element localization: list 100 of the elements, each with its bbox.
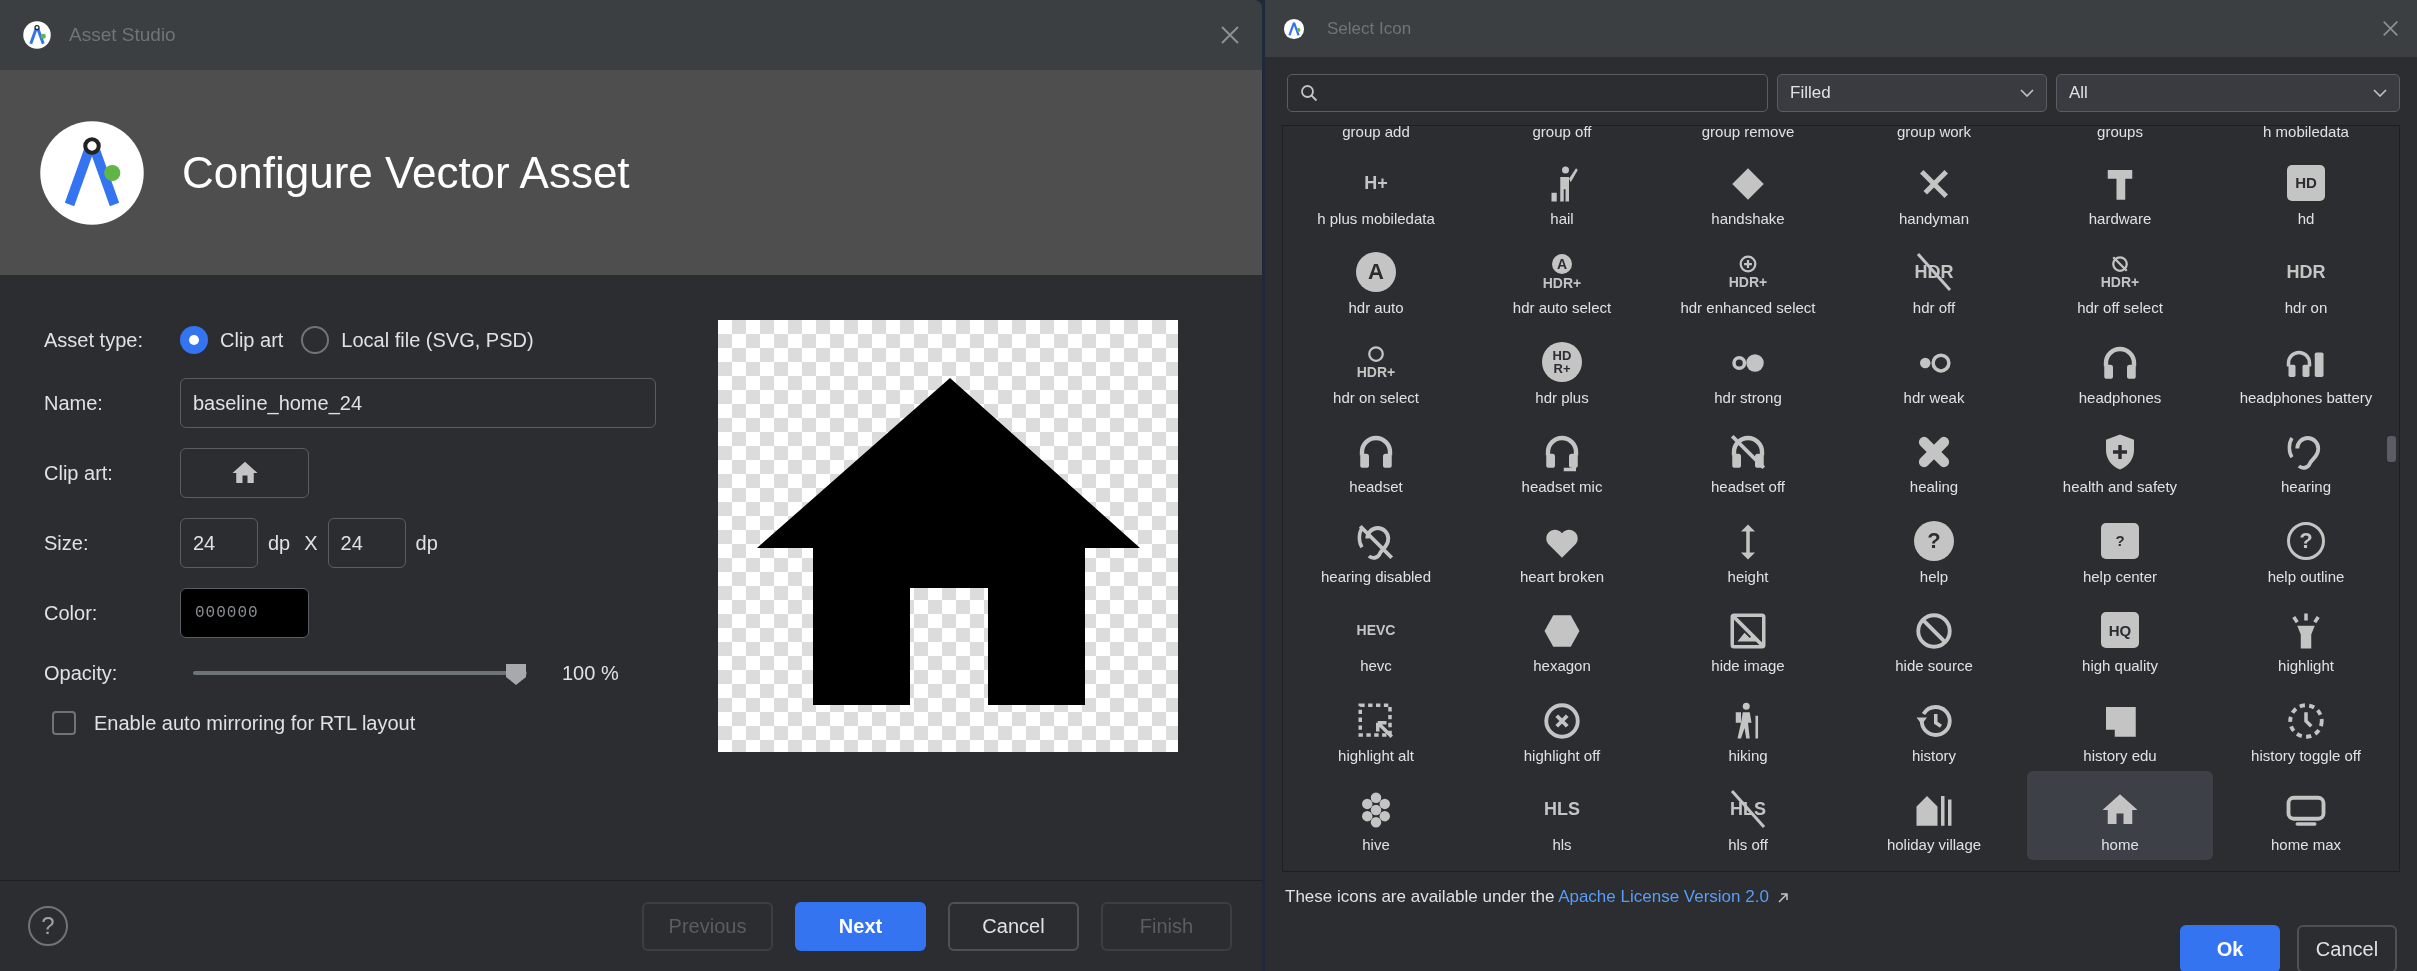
icon-tile[interactable]: A hdr auto [1283, 233, 1469, 323]
icon-label: group remove [1700, 126, 1796, 142]
radio-label: Clip art [220, 328, 284, 353]
icon-tile[interactable]: highlight off [1469, 681, 1655, 771]
icon-tile[interactable]: hdr strong [1655, 323, 1841, 413]
chevron-down-icon [2020, 89, 2034, 97]
icon-label: groups [2096, 126, 2144, 142]
icon-tile[interactable]: ? help center [2027, 502, 2213, 592]
radio-button[interactable] [301, 326, 330, 354]
field-label: Size: [44, 531, 90, 556]
hdr-icon: HDR [2282, 250, 2330, 294]
slider-thumb[interactable] [505, 662, 527, 686]
hls-icon: HLS [1538, 787, 1586, 831]
ok-button[interactable]: Ok [2180, 925, 2280, 971]
opacity-value: 100 % [562, 661, 619, 686]
icon-tile[interactable]: headphones battery [2213, 323, 2399, 413]
icon-tile[interactable]: ? help outline [2213, 502, 2399, 592]
icon-tile[interactable]: ? help [1841, 502, 2027, 592]
icon-tile[interactable]: headset [1283, 412, 1469, 502]
chevron-down-icon [2373, 89, 2387, 97]
cancel-button[interactable]: Cancel [2297, 925, 2397, 971]
icon-tile[interactable]: heart broken [1469, 502, 1655, 592]
icon-tile[interactable]: hiking [1655, 681, 1841, 771]
icon-label: group add [1341, 126, 1411, 142]
icon-tile[interactable]: headphones [2027, 323, 2213, 413]
compass-logo-icon [1283, 17, 1305, 40]
icon-tile[interactable]: handshake [1655, 144, 1841, 234]
unit-label: dp [415, 531, 438, 556]
width-field[interactable]: 24 [180, 518, 258, 568]
cancel-button[interactable]: Cancel [948, 901, 1079, 951]
icon-label: h mobiledata [2262, 126, 2350, 142]
field-label: Name: [44, 391, 104, 416]
search-icon [1300, 84, 1318, 102]
field-label: Asset type: [44, 328, 144, 353]
window-title: Asset Studio [69, 22, 177, 47]
clip-art-button[interactable] [180, 448, 309, 498]
icon-tile[interactable]: hexagon [1469, 591, 1655, 681]
icon-tile[interactable]: hive [1283, 770, 1469, 860]
icon-tile[interactable]: hearing [2213, 412, 2399, 502]
icon-label: group off [1531, 126, 1593, 142]
icon-tile[interactable]: HDR+ hdr enhanced select [1655, 233, 1841, 323]
icon-tile[interactable]: highlight [2213, 591, 2399, 681]
home-icon [757, 378, 1140, 705]
category-dropdown[interactable]: All [2056, 74, 2400, 112]
icon-tile[interactable]: A HDR+ hdr auto select [1469, 233, 1655, 323]
icon-tile[interactable]: handyman [1841, 144, 2027, 234]
icon-tile[interactable]: HD hd [2213, 144, 2399, 234]
checkbox[interactable] [52, 711, 76, 735]
icon-tile[interactable]: HEVC hevc [1283, 591, 1469, 681]
icon-tile[interactable]: HDR+ hdr off select [2027, 233, 2213, 323]
search-field[interactable] [1287, 74, 1768, 112]
icon-tile[interactable]: home [2027, 770, 2213, 860]
size-separator: X [304, 531, 318, 556]
icon-tile[interactable]: healing [1841, 412, 2027, 502]
close-icon[interactable] [2382, 20, 2399, 37]
name-field[interactable]: baseline_home_24 [180, 378, 656, 428]
icon-tile[interactable]: H+ h plus mobiledata [1283, 144, 1469, 234]
icon-tile[interactable]: headset mic [1469, 412, 1655, 502]
help-button[interactable]: ? [28, 906, 68, 946]
checkbox-label: Enable auto mirroring for RTL layout [94, 711, 416, 736]
icon-tile[interactable]: hide image [1655, 591, 1841, 681]
color-field[interactable]: 000000 [180, 588, 309, 638]
icon-tile[interactable]: hail [1469, 144, 1655, 234]
scrollbar-thumb[interactable] [2387, 436, 2396, 462]
radio-label: Local file (SVG, PSD) [341, 328, 534, 353]
icon-tile[interactable]: HQ high quality [2027, 591, 2213, 681]
compass-logo-icon [22, 20, 52, 50]
page-heading: Configure Vector Asset [182, 146, 630, 199]
icon-tile[interactable]: hearing disabled [1283, 502, 1469, 592]
field-label: Color: [44, 601, 99, 626]
height-field[interactable]: 24 [327, 518, 406, 568]
icon-tile[interactable]: hdr weak [1841, 323, 2027, 413]
radio-button[interactable] [180, 326, 208, 354]
icon-tile[interactable]: HDR+ hdr on select [1283, 323, 1469, 413]
next-button[interactable]: Next [795, 901, 926, 951]
license-link[interactable]: Apache License Version 2.0 [1558, 887, 1769, 906]
icon-tile[interactable]: headset off [1655, 412, 1841, 502]
icon-tile[interactable]: hardware [2027, 144, 2213, 234]
unit-label: dp [268, 531, 291, 556]
icon-tile[interactable]: home max [2213, 770, 2399, 860]
icon-tile[interactable]: history edu [2027, 681, 2213, 771]
icon-tile[interactable]: HLS hls [1469, 770, 1655, 860]
icon-tile[interactable]: HDR hdr on [2213, 233, 2399, 323]
field-label: Clip art: [44, 461, 114, 486]
compass-logo-icon [38, 118, 146, 227]
icon-tile[interactable]: health and safety [2027, 412, 2213, 502]
icon-tile[interactable]: height [1655, 502, 1841, 592]
h-plus-icon: H+ [1352, 160, 1400, 205]
icon-tile[interactable]: hide source [1841, 591, 2027, 681]
window-title: Select Icon [1327, 17, 1413, 40]
field-label: Opacity: [44, 661, 119, 686]
icon-tile[interactable]: history [1841, 681, 2027, 771]
style-dropdown[interactable]: Filled [1777, 74, 2047, 112]
external-link-icon [1776, 891, 1789, 904]
icon-tile[interactable]: HD R+ hdr plus [1469, 323, 1655, 413]
license-note: These icons are available under the Apache License Version 2.0 [1265, 886, 2417, 908]
icon-tile[interactable]: history toggle off [2213, 681, 2399, 771]
icon-tile[interactable]: highlight alt [1283, 681, 1469, 771]
close-icon[interactable] [1220, 25, 1240, 45]
icon-tile[interactable]: holiday village [1841, 770, 2027, 860]
